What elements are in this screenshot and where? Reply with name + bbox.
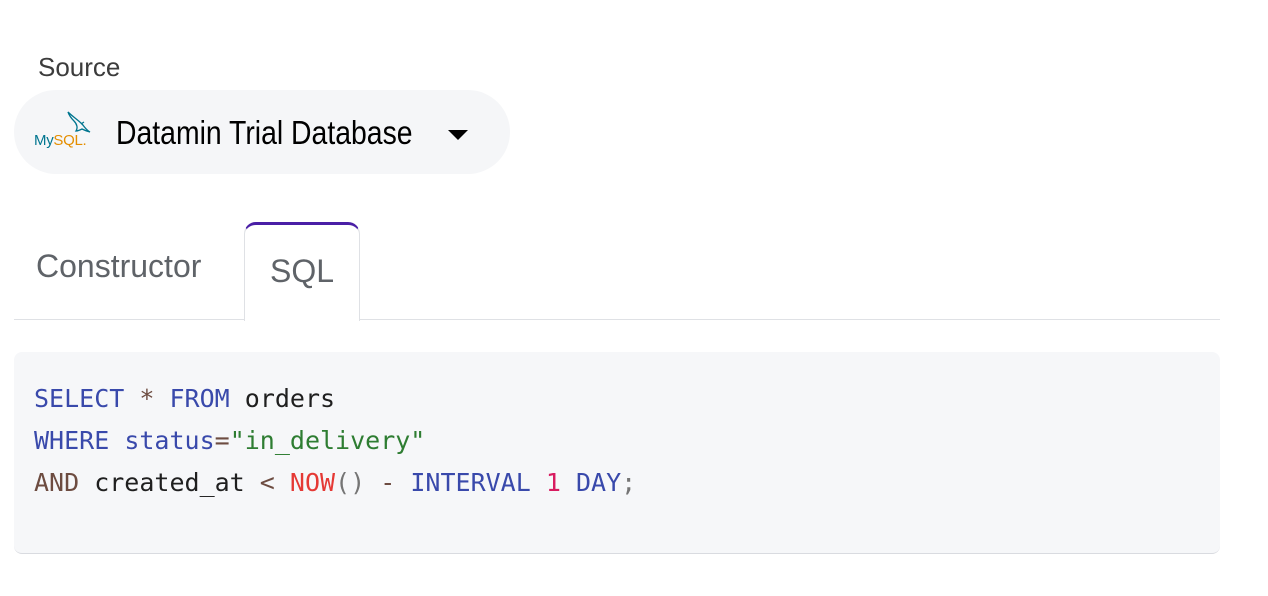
code-token: - — [380, 468, 396, 497]
code-token: SELECT — [34, 384, 125, 413]
mysql-wordmark-my: My — [34, 132, 54, 149]
code-token: ; — [621, 468, 637, 497]
tab-constructor[interactable]: Constructor — [36, 248, 201, 285]
mysql-logo: MySQL. — [34, 110, 94, 156]
code-token: created_at — [79, 468, 260, 497]
query-mode-tabs: Constructor SQL — [14, 222, 1220, 321]
code-token: NOW — [289, 468, 336, 497]
source-label: Source — [38, 52, 121, 82]
code-token: 1 — [545, 468, 561, 497]
code-token: AND — [34, 468, 80, 497]
code-token: () — [335, 468, 366, 497]
selected-database-name: Datamin Trial Database — [116, 114, 413, 151]
source-database-select[interactable]: MySQL. Datamin Trial Database — [14, 90, 510, 174]
sql-code: SELECT * FROM orders WHERE status="in_del… — [34, 378, 1200, 504]
mysql-wordmark: MySQL. — [34, 132, 87, 149]
tab-sql[interactable]: SQL — [244, 222, 360, 321]
caret-down-icon — [448, 130, 468, 140]
code-token: INTERVAL — [410, 468, 531, 497]
code-token: * — [139, 384, 155, 413]
code-line: SELECT * FROM orders — [34, 378, 1200, 420]
mysql-wordmark-dot: . — [82, 132, 87, 149]
code-token: < — [259, 468, 275, 497]
code-token: orders — [229, 384, 336, 413]
code-token: WHERE — [34, 426, 110, 455]
code-token: DAY — [575, 468, 622, 497]
mysql-wordmark-sql: SQL — [53, 132, 83, 149]
code-token: FROM — [169, 384, 230, 413]
code-line: WHERE status="in_delivery" — [34, 420, 1200, 462]
code-line: AND created_at < NOW() - INTERVAL 1 DAY; — [34, 462, 1200, 504]
code-token: status — [109, 426, 215, 455]
sql-editor[interactable]: SELECT * FROM orders WHERE status="in_del… — [14, 352, 1220, 554]
code-token: = — [214, 426, 230, 455]
code-token: "in_delivery" — [229, 426, 426, 455]
